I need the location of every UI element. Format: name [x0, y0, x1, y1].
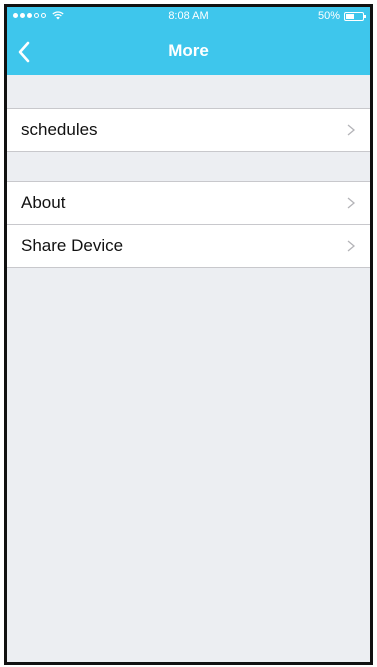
share-device-row[interactable]: Share Device	[7, 224, 370, 267]
battery-status: 50%	[317, 10, 366, 22]
battery-fill	[346, 13, 354, 19]
chevron-right-icon	[347, 240, 356, 252]
battery-percent: 50%	[317, 10, 340, 22]
chevron-right-icon	[347, 197, 356, 209]
about-row[interactable]: About	[7, 182, 370, 224]
status-bar: 8:08 AM 50%	[7, 7, 370, 27]
page-title: More	[168, 41, 209, 60]
status-time: 8:08 AM	[168, 10, 209, 22]
schedules-row[interactable]: schedules	[7, 109, 370, 151]
share-device-label: Share Device	[21, 236, 124, 255]
schedules-group: schedules	[7, 108, 370, 152]
battery-icon	[344, 11, 366, 21]
phone-frame: 8:08 AM 50% More schedules About Share D…	[4, 4, 373, 665]
info-group: About Share Device	[7, 181, 370, 268]
chevron-right-icon	[347, 124, 356, 136]
schedules-label: schedules	[21, 120, 98, 139]
navigation-bar: 8:08 AM 50% More	[7, 7, 370, 75]
about-label: About	[21, 193, 66, 212]
